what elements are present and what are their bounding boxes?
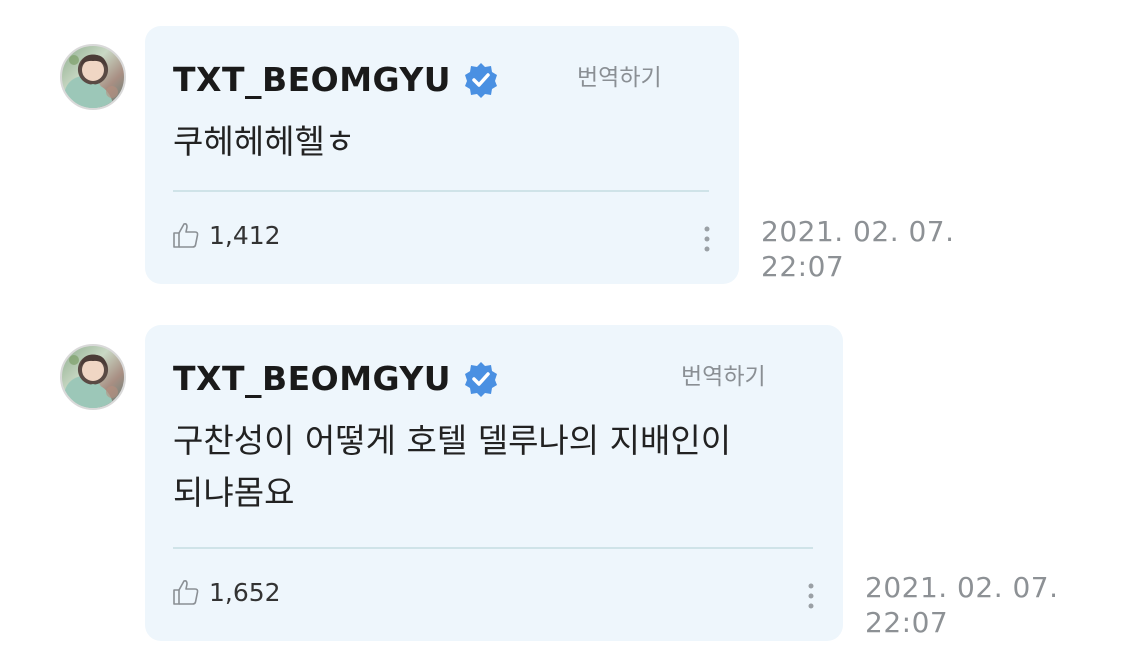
timestamp-time: 22:07 xyxy=(761,250,845,283)
like-button[interactable]: 1,412 xyxy=(171,220,281,250)
thumbs-up-icon xyxy=(171,577,201,607)
author-header: TXT_BEOMGYU xyxy=(173,359,499,398)
comment-post: TXT_BEOMGYU 번역하기 구찬성이 어떻게 호텔 델루나의 지배인이 되… xyxy=(0,300,1125,656)
timestamp-date: 2021. 02. 07. xyxy=(761,215,955,248)
message-line: 구찬성이 어떻게 호텔 델루나의 지배인이 xyxy=(173,421,732,460)
translate-button[interactable]: 번역하기 xyxy=(577,58,662,92)
comment-message: 구찬성이 어떻게 호텔 델루나의 지배인이 되냐몸요 xyxy=(173,415,731,519)
translate-button[interactable]: 번역하기 xyxy=(681,357,766,391)
avatar-image xyxy=(69,354,118,408)
more-vertical-icon[interactable] xyxy=(806,581,816,611)
avatar[interactable] xyxy=(60,44,126,110)
more-vertical-icon[interactable] xyxy=(702,224,712,254)
author-name[interactable]: TXT_BEOMGYU xyxy=(173,359,451,398)
avatar-image xyxy=(69,54,118,108)
like-button[interactable]: 1,652 xyxy=(171,577,281,607)
like-count: 1,412 xyxy=(209,220,281,250)
comment-bubble: TXT_BEOMGYU 번역하기 쿠헤헤헤헬ㅎ 1,412 xyxy=(145,26,739,284)
message-line: 되냐몸요 xyxy=(173,473,295,512)
divider xyxy=(173,547,813,549)
comment-bubble: TXT_BEOMGYU 번역하기 구찬성이 어떻게 호텔 델루나의 지배인이 되… xyxy=(145,325,843,641)
like-count: 1,652 xyxy=(209,577,281,607)
timestamp-date: 2021. 02. 07. xyxy=(865,571,1059,604)
message-line: 쿠헤헤헤헬ㅎ xyxy=(173,122,356,161)
timestamp: 2021. 02. 07. 22:07 xyxy=(761,214,955,284)
comment-post: TXT_BEOMGYU 번역하기 쿠헤헤헤헬ㅎ 1,412 2021. 02. … xyxy=(0,0,1125,300)
comment-message: 쿠헤헤헤헬ㅎ xyxy=(173,116,355,168)
timestamp: 2021. 02. 07. 22:07 xyxy=(865,570,1059,640)
divider xyxy=(173,190,709,192)
thumbs-up-icon xyxy=(171,220,201,250)
verified-badge-icon xyxy=(463,62,499,98)
avatar[interactable] xyxy=(60,344,126,410)
author-header: TXT_BEOMGYU xyxy=(173,60,499,99)
author-name[interactable]: TXT_BEOMGYU xyxy=(173,60,451,99)
timestamp-time: 22:07 xyxy=(865,606,949,639)
verified-badge-icon xyxy=(463,361,499,397)
